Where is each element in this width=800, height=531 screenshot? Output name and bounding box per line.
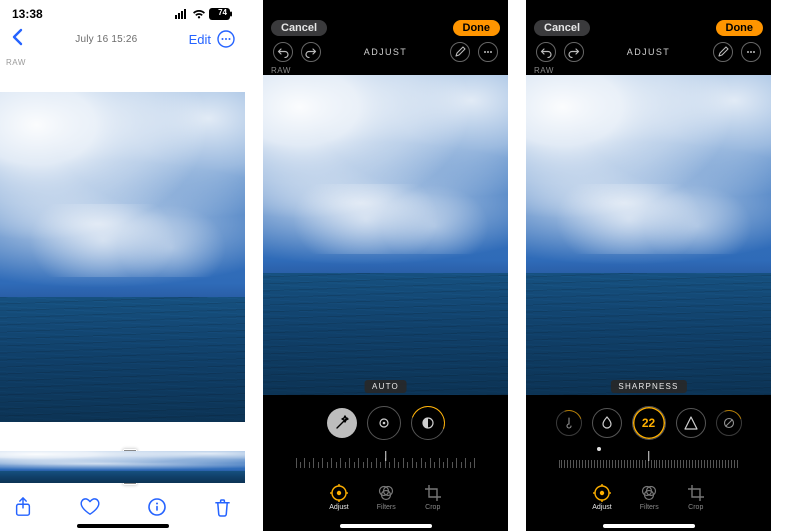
done-button[interactable]: Done — [716, 20, 764, 36]
auto-dial[interactable] — [327, 408, 357, 438]
edit-tabbar: Adjust Filters Crop — [526, 475, 771, 519]
more-button[interactable] — [478, 42, 498, 62]
slider-indicator — [385, 451, 387, 461]
filters-icon — [640, 484, 658, 502]
status-bar: 13:38 74 — [0, 0, 245, 24]
redo-button[interactable] — [564, 42, 584, 62]
value-slider[interactable] — [526, 449, 771, 473]
nav-bar: July 16 15:26 Edit — [0, 24, 245, 54]
wand-icon — [334, 415, 350, 431]
trash-icon[interactable] — [214, 498, 231, 517]
cancel-button[interactable]: Cancel — [271, 20, 327, 36]
sharpness-dial[interactable]: 22 — [632, 406, 666, 440]
cellular-icon — [175, 9, 189, 19]
home-indicator[interactable] — [603, 524, 695, 528]
undo-button[interactable] — [273, 42, 293, 62]
back-button[interactable] — [10, 28, 24, 51]
tab-crop[interactable]: Crop — [687, 484, 705, 511]
chevron-left-icon — [10, 28, 24, 46]
more-button[interactable] — [741, 42, 761, 62]
section-title: ADJUST — [364, 47, 407, 57]
redo-button[interactable] — [301, 42, 321, 62]
definition-icon — [684, 416, 698, 430]
status-time: 13:38 — [12, 7, 43, 21]
tab-crop-label: Crop — [688, 504, 703, 511]
adjust-icon — [593, 484, 611, 502]
redo-icon — [568, 46, 580, 58]
wifi-icon — [192, 9, 206, 19]
photos-viewer-screen: 13:38 74 July 16 15:26 Edit RAW — [0, 0, 245, 531]
value-slider[interactable] — [263, 449, 508, 473]
more-icon — [482, 46, 494, 58]
noise-dial[interactable] — [716, 410, 742, 436]
section-title: ADJUST — [627, 47, 670, 57]
done-button[interactable]: Done — [453, 20, 501, 36]
crop-icon — [424, 484, 442, 502]
tab-filters-label: Filters — [640, 504, 659, 511]
adjust-dials — [263, 397, 508, 449]
tab-adjust-label: Adjust — [592, 504, 611, 511]
param-label: SHARPNESS — [610, 380, 686, 393]
raw-badge: RAW — [263, 62, 508, 75]
exposure-icon — [376, 415, 392, 431]
edit-nav: Cancel Done — [263, 18, 508, 38]
photo-preview[interactable]: AUTO — [263, 75, 508, 395]
cancel-button[interactable]: Cancel — [534, 20, 590, 36]
thumbnail-strip[interactable] — [0, 451, 245, 483]
edit-subnav: ADJUST — [263, 38, 508, 62]
info-icon[interactable] — [148, 498, 166, 516]
edit-button[interactable]: Edit — [189, 32, 211, 47]
bottom-toolbar — [0, 489, 245, 525]
thumbnail-selected[interactable] — [123, 449, 137, 485]
tab-filters[interactable]: Filters — [377, 484, 396, 511]
edit-tabbar: Adjust Filters Crop — [263, 475, 508, 519]
home-indicator[interactable] — [77, 524, 169, 528]
tint-icon — [600, 416, 614, 430]
markup-button[interactable] — [713, 42, 733, 62]
undo-icon — [277, 46, 289, 58]
markup-icon — [717, 46, 729, 58]
adjust-dials: 22 — [526, 397, 771, 449]
status-right: 74 — [175, 8, 233, 20]
definition-dial[interactable] — [676, 408, 706, 438]
share-icon[interactable] — [14, 497, 32, 517]
sharpness-value: 22 — [642, 416, 655, 430]
tab-adjust[interactable]: Adjust — [329, 484, 348, 511]
more-icon — [745, 46, 757, 58]
edit-screen-sharpness: Cancel Done ADJUST RAW SHARPNESS — [526, 0, 771, 531]
markup-button[interactable] — [450, 42, 470, 62]
edit-nav: Cancel Done — [526, 18, 771, 38]
raw-badge: RAW — [0, 54, 245, 67]
brilliance-dial[interactable] — [411, 406, 445, 440]
tab-adjust[interactable]: Adjust — [592, 484, 611, 511]
battery-percent-label: 74 — [218, 8, 227, 17]
undo-icon — [540, 46, 552, 58]
param-label: AUTO — [364, 380, 407, 393]
raw-badge: RAW — [526, 62, 771, 75]
slider-origin-dot — [597, 447, 601, 451]
undo-button[interactable] — [536, 42, 556, 62]
photo-preview[interactable]: SHARPNESS — [526, 75, 771, 395]
tint-dial[interactable] — [592, 408, 622, 438]
heart-icon[interactable] — [80, 498, 100, 516]
home-indicator[interactable] — [340, 524, 432, 528]
tab-filters[interactable]: Filters — [640, 484, 659, 511]
edit-subnav: ADJUST — [526, 38, 771, 62]
edit-screen-auto: Cancel Done ADJUST RAW AUTO — [263, 0, 508, 531]
tab-crop-label: Crop — [425, 504, 440, 511]
markup-icon — [454, 46, 466, 58]
warmth-dial[interactable] — [556, 410, 582, 436]
redo-icon — [305, 46, 317, 58]
slider-indicator — [648, 451, 650, 461]
tab-adjust-label: Adjust — [329, 504, 348, 511]
adjust-icon — [330, 484, 348, 502]
photo-preview[interactable] — [0, 92, 245, 422]
tab-crop[interactable]: Crop — [424, 484, 442, 511]
photo-date: July 16 15:26 — [75, 34, 137, 45]
exposure-dial[interactable] — [367, 406, 401, 440]
tab-filters-label: Filters — [377, 504, 396, 511]
filters-icon — [377, 484, 395, 502]
more-icon[interactable] — [217, 30, 235, 48]
crop-icon — [687, 484, 705, 502]
